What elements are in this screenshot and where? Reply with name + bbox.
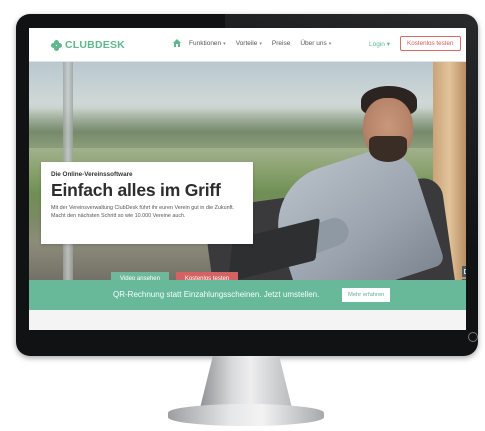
nav-item-vorteile[interactable]: Vorteile ▾: [236, 40, 262, 47]
top-navigation: CLUBDESK Funktionen ▾ Vorteile ▾ Preise Üb…: [29, 28, 466, 62]
chat-icon[interactable]: [462, 266, 466, 277]
qr-banner: QR-Rechnung statt Einzahlungsscheinen. J…: [29, 280, 466, 310]
nav-item-preise[interactable]: Preise: [272, 40, 290, 47]
login-link[interactable]: Login ▾: [369, 40, 390, 48]
learn-more-button[interactable]: Mehr erfahren: [342, 288, 391, 302]
chevron-down-icon: ▾: [328, 41, 332, 47]
screen: CLUBDESK Funktionen ▾ Vorteile ▾ Preise Üb…: [29, 28, 466, 330]
home-icon[interactable]: [172, 38, 182, 48]
free-trial-button[interactable]: Kostenlos testen: [400, 36, 461, 51]
clubdesk-logo-icon: [51, 39, 62, 51]
nav-item-ueber-uns[interactable]: Über uns ▾: [300, 40, 331, 47]
hero-eyebrow: Die Online-Vereinssoftware: [51, 171, 133, 178]
hero-section: Die Online-Vereinssoftware Einfach alles…: [29, 62, 466, 288]
banner-text: QR-Rechnung statt Einzahlungsscheinen. J…: [113, 290, 320, 299]
person-beard: [369, 136, 407, 162]
nav-links: Funktionen ▾ Vorteile ▾ Preise Über uns ▾: [189, 40, 331, 47]
logo[interactable]: CLUBDESK: [51, 39, 125, 51]
monitor-stand-neck: [200, 356, 292, 408]
chevron-down-icon: ▾: [223, 41, 226, 47]
logo-text: CLUBDESK: [65, 39, 125, 51]
monitor-stand-base: [168, 404, 324, 426]
nav-item-funktionen[interactable]: Funktionen ▾: [189, 40, 226, 47]
hero-card: Die Online-Vereinssoftware Einfach alles…: [41, 162, 253, 244]
power-button-icon: [468, 332, 478, 342]
page-content-below: [29, 310, 466, 330]
hero-title: Einfach alles im Griff: [51, 180, 221, 200]
chevron-down-icon: ▾: [259, 41, 262, 47]
hero-description: Mit der Vereinsverwaltung ClubDesk führt…: [51, 205, 235, 219]
